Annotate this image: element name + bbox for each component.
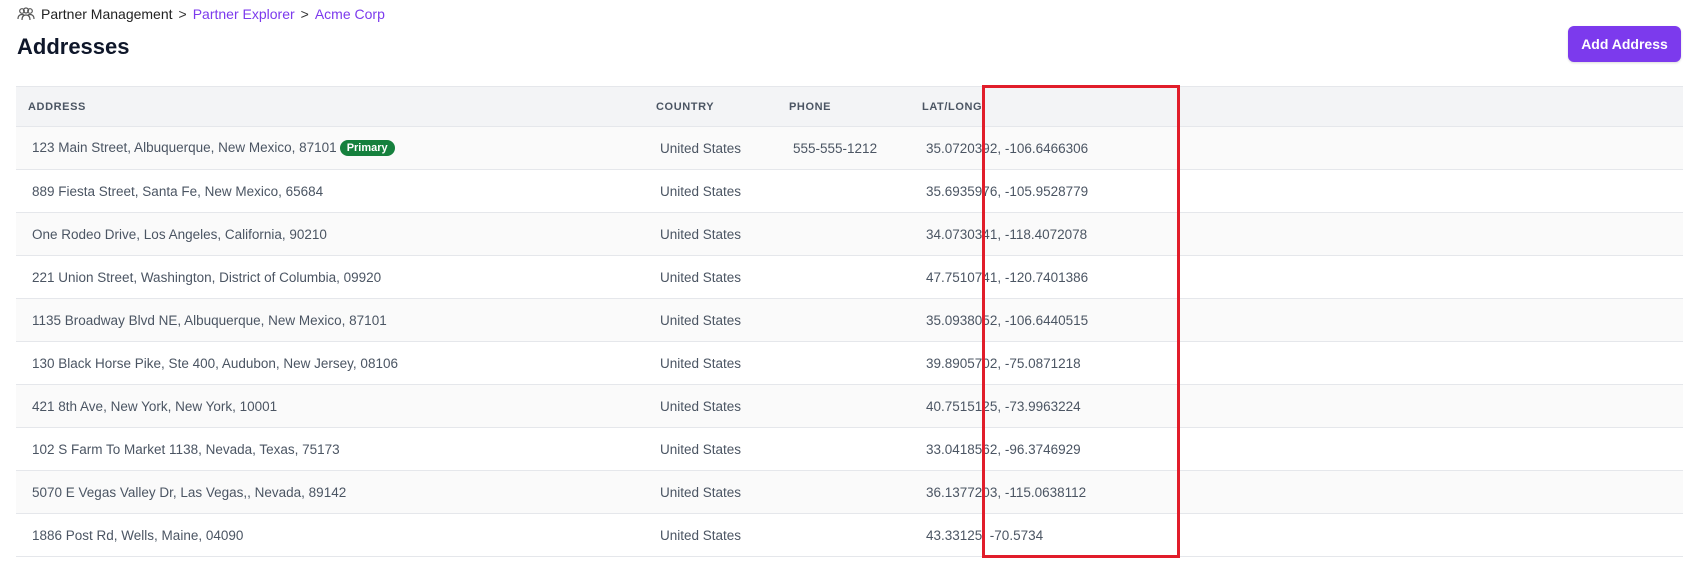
table-row[interactable]: 130 Black Horse Pike, Ste 400, Audubon, … <box>16 341 1683 385</box>
address-text: 421 8th Ave, New York, New York, 10001 <box>32 398 278 414</box>
lat-long-cell: 35.6935976, -105.9528779 <box>926 183 1089 199</box>
address-cell: 421 8th Ave, New York, New York, 10001 <box>16 385 644 428</box>
lat-long-cell: 33.0418562, -96.3746929 <box>926 441 1081 457</box>
phone-cell <box>777 170 910 213</box>
address-text: 102 S Farm To Market 1138, Nevada, Texas… <box>32 441 340 457</box>
breadcrumb-separator: > <box>178 6 187 22</box>
table-row[interactable]: One Rodeo Drive, Los Angeles, California… <box>16 212 1683 256</box>
breadcrumb: Partner Management > Partner Explorer > … <box>17 6 385 22</box>
address-cell: 1886 Post Rd, Wells, Maine, 04090 <box>16 514 644 557</box>
address-cell: 889 Fiesta Street, Santa Fe, New Mexico,… <box>16 170 644 213</box>
table-row[interactable]: 1135 Broadway Blvd NE, Albuquerque, New … <box>16 298 1683 342</box>
page: Partner Management > Partner Explorer > … <box>0 0 1699 579</box>
breadcrumb-separator: > <box>300 6 309 22</box>
address-cell: 5070 E Vegas Valley Dr, Las Vegas,, Neva… <box>16 471 644 514</box>
table-row[interactable]: 5070 E Vegas Valley Dr, Las Vegas,, Neva… <box>16 470 1683 514</box>
address-cell: 102 S Farm To Market 1138, Nevada, Texas… <box>16 428 644 471</box>
add-address-button[interactable]: Add Address <box>1568 26 1681 62</box>
lat-long-cell: 35.0720392, -106.6466306 <box>926 140 1089 156</box>
address-text: 5070 E Vegas Valley Dr, Las Vegas,, Neva… <box>32 484 347 500</box>
table-row[interactable]: 889 Fiesta Street, Santa Fe, New Mexico,… <box>16 169 1683 213</box>
phone-cell <box>777 514 910 557</box>
address-text: 1135 Broadway Blvd NE, Albuquerque, New … <box>32 312 387 328</box>
column-header-country[interactable]: COUNTRY <box>644 87 777 127</box>
address-cell: 221 Union Street, Washington, District o… <box>16 256 644 299</box>
table-row[interactable]: 123 Main Street, Albuquerque, New Mexico… <box>16 126 1683 170</box>
table-header-row: ADDRESS COUNTRY PHONE LAT/LONG <box>16 86 1683 127</box>
breadcrumb-partner-explorer-link[interactable]: Partner Explorer <box>193 6 295 22</box>
phone-cell <box>777 342 910 385</box>
breadcrumb-root: Partner Management <box>41 6 173 22</box>
phone-cell <box>777 428 910 471</box>
country-cell: United States <box>660 183 742 199</box>
country-cell: United States <box>660 312 742 328</box>
country-cell: United States <box>660 527 742 543</box>
page-title: Addresses <box>17 34 130 59</box>
column-header-phone[interactable]: PHONE <box>777 87 910 127</box>
phone-cell <box>777 256 910 299</box>
table-row[interactable]: 221 Union Street, Washington, District o… <box>16 255 1683 299</box>
primary-badge: Primary <box>339 140 395 156</box>
table-body: 123 Main Street, Albuquerque, New Mexico… <box>16 126 1683 557</box>
table-row[interactable]: 1886 Post Rd, Wells, Maine, 04090 United … <box>16 513 1683 557</box>
lat-long-cell: 40.7515125, -73.9963224 <box>926 398 1081 414</box>
table-row[interactable]: 102 S Farm To Market 1138, Nevada, Texas… <box>16 427 1683 471</box>
phone-cell <box>777 471 910 514</box>
address-text: 130 Black Horse Pike, Ste 400, Audubon, … <box>32 355 398 371</box>
lat-long-cell: 35.0938052, -106.6440515 <box>926 312 1089 328</box>
addresses-table: ADDRESS COUNTRY PHONE LAT/LONG 123 Main … <box>16 86 1683 557</box>
phone-cell: 555-555-1212 <box>793 140 878 156</box>
lat-long-cell: 34.0730341, -118.4072078 <box>926 226 1088 242</box>
phone-cell <box>777 299 910 342</box>
lat-long-cell: 39.8905702, -75.0871218 <box>926 355 1081 371</box>
address-cell: 123 Main Street, Albuquerque, New Mexico… <box>16 127 644 170</box>
country-cell: United States <box>660 441 742 457</box>
address-text: 123 Main Street, Albuquerque, New Mexico… <box>32 140 337 155</box>
country-cell: United States <box>660 398 742 414</box>
column-header-lat-long[interactable]: LAT/LONG <box>910 87 1683 127</box>
country-cell: United States <box>660 140 742 156</box>
table-row[interactable]: 421 8th Ave, New York, New York, 10001 Un… <box>16 384 1683 428</box>
country-cell: United States <box>660 269 742 285</box>
country-cell: United States <box>660 226 742 242</box>
lat-long-cell: 43.33125, -70.5734 <box>926 527 1044 543</box>
address-cell: One Rodeo Drive, Los Angeles, California… <box>16 213 644 256</box>
country-cell: United States <box>660 355 742 371</box>
country-cell: United States <box>660 484 742 500</box>
phone-cell <box>777 213 910 256</box>
lat-long-cell: 36.1377203, -115.0638112 <box>926 484 1087 500</box>
users-icon <box>17 7 35 21</box>
address-text: 1886 Post Rd, Wells, Maine, 04090 <box>32 527 244 543</box>
phone-cell <box>777 385 910 428</box>
address-cell: 1135 Broadway Blvd NE, Albuquerque, New … <box>16 299 644 342</box>
breadcrumb-acme-corp-link[interactable]: Acme Corp <box>315 6 385 22</box>
address-text: One Rodeo Drive, Los Angeles, California… <box>32 226 327 242</box>
column-header-address[interactable]: ADDRESS <box>16 87 644 127</box>
address-text: 889 Fiesta Street, Santa Fe, New Mexico,… <box>32 183 324 199</box>
lat-long-cell: 47.7510741, -120.7401386 <box>926 269 1089 285</box>
address-text: 221 Union Street, Washington, District o… <box>32 269 382 285</box>
address-cell: 130 Black Horse Pike, Ste 400, Audubon, … <box>16 342 644 385</box>
